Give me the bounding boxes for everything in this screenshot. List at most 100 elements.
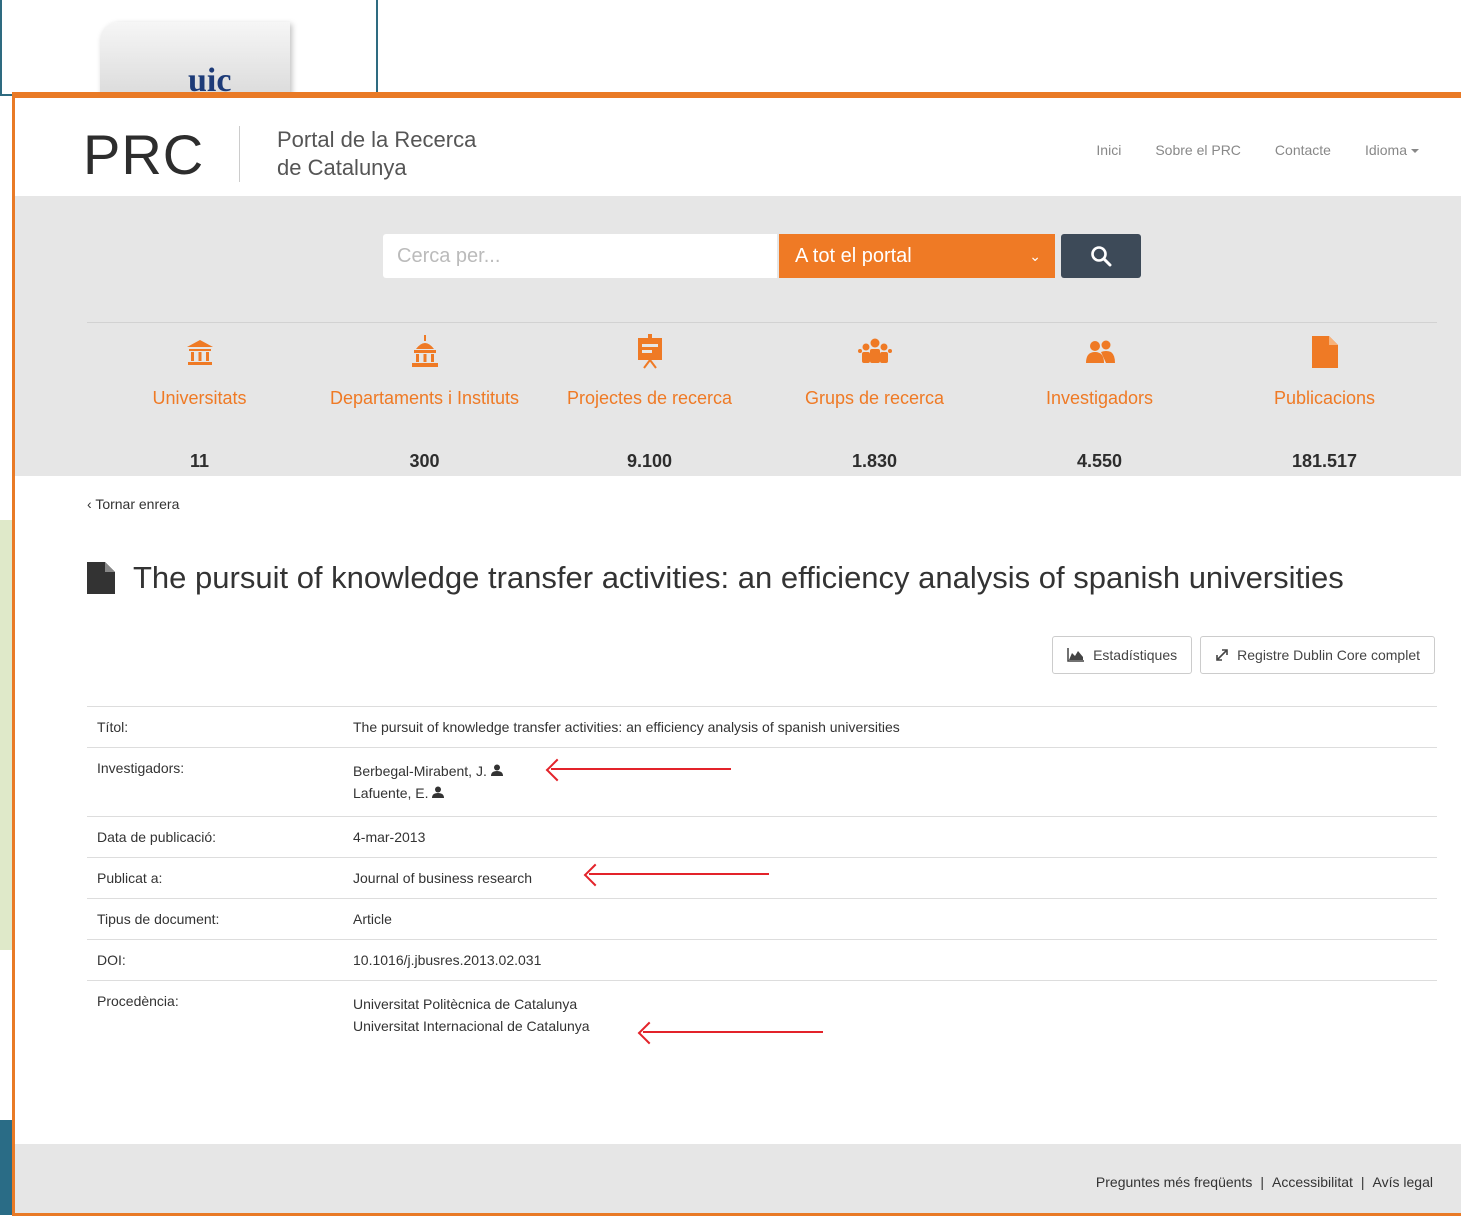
stat-value: 181.517 bbox=[1291, 451, 1358, 471]
annotation-arrow bbox=[643, 1031, 823, 1033]
university-icon bbox=[186, 340, 213, 365]
top-nav: Inici Sobre el PRC Contacte Idioma bbox=[1096, 142, 1419, 158]
back-link-label: Tornar enrera bbox=[95, 496, 180, 512]
logo-divider bbox=[239, 126, 240, 182]
nav-inici[interactable]: Inici bbox=[1096, 142, 1121, 158]
table-row: Data de publicació: 4-mar-2013 bbox=[87, 817, 1437, 858]
search-button[interactable] bbox=[1061, 234, 1141, 278]
table-row: DOI: 10.1016/j.jbusres.2013.02.031 bbox=[87, 940, 1437, 981]
field-label: Tipus de document: bbox=[97, 911, 220, 927]
back-link[interactable]: ‹ Tornar enrera bbox=[87, 496, 179, 512]
field-value: 4-mar-2013 bbox=[353, 829, 426, 845]
stat-investigadors[interactable]: Investigadors 4.550 bbox=[987, 328, 1212, 472]
page-title-row: The pursuit of knowledge transfer activi… bbox=[87, 560, 1344, 596]
field-label: Títol: bbox=[97, 719, 129, 735]
stat-value: 4.550 bbox=[1076, 451, 1123, 471]
researcher-name: Berbegal-Mirabent, J. bbox=[353, 763, 487, 779]
field-label: Publicat a: bbox=[97, 870, 163, 886]
caret-down-icon bbox=[1411, 149, 1419, 154]
background-document: uic bbox=[100, 22, 290, 102]
stat-label: Projectes de recerca bbox=[566, 388, 733, 408]
stat-departaments[interactable]: Departaments i Instituts 300 bbox=[312, 328, 537, 472]
stat-label: Universitats bbox=[152, 388, 247, 408]
stat-value: 11 bbox=[189, 451, 210, 471]
field-value: Berbegal-Mirabent, J. Lafuente, E. bbox=[353, 748, 1437, 816]
nav-idioma-label: Idioma bbox=[1364, 142, 1407, 158]
subtitle-line2: de Catalunya bbox=[277, 155, 407, 180]
field-value: 10.1016/j.jbusres.2013.02.031 bbox=[353, 952, 542, 968]
institute-icon bbox=[411, 335, 438, 367]
chevron-down-icon: ⌄ bbox=[1029, 248, 1041, 264]
field-value: Journal of business research bbox=[353, 870, 532, 886]
user-icon bbox=[490, 764, 503, 776]
stat-label: Investigadors bbox=[1045, 388, 1154, 408]
researcher-link[interactable]: Berbegal-Mirabent, J. bbox=[353, 760, 1437, 782]
institution-link[interactable]: Universitat Internacional de Catalunya bbox=[353, 1015, 1437, 1037]
prc-logo[interactable]: PRC bbox=[83, 122, 204, 187]
table-row: Publicat a: Journal of business research bbox=[87, 858, 1437, 899]
annotation-arrow bbox=[551, 768, 731, 770]
nav-idioma[interactable]: Idioma bbox=[1365, 142, 1419, 158]
table-row: Títol: The pursuit of knowledge transfer… bbox=[87, 707, 1437, 748]
stat-universitats[interactable]: Universitats 11 bbox=[87, 328, 312, 472]
site-subtitle: Portal de la Recerca de Catalunya bbox=[277, 126, 537, 182]
field-label: DOI: bbox=[97, 952, 126, 968]
footer-link-legal[interactable]: Avís legal bbox=[1373, 1174, 1433, 1190]
stat-label: Grups de recerca bbox=[804, 388, 945, 408]
dublin-core-button-label: Registre Dublin Core complet bbox=[1237, 647, 1420, 663]
search-icon bbox=[1091, 246, 1112, 267]
document-icon bbox=[1311, 336, 1338, 368]
search-input[interactable] bbox=[383, 234, 777, 278]
page-title: The pursuit of knowledge transfer activi… bbox=[133, 560, 1344, 595]
annotation-arrow bbox=[589, 873, 769, 875]
footer-link-faq[interactable]: Preguntes més freqüents bbox=[1096, 1174, 1252, 1190]
table-row: Investigadors: Berbegal-Mirabent, J. Laf… bbox=[87, 748, 1437, 817]
stat-projectes[interactable]: Projectes de recerca 9.100 bbox=[537, 328, 762, 472]
document-icon bbox=[87, 562, 115, 594]
field-label: Data de publicació: bbox=[97, 829, 217, 845]
statistics-button[interactable]: Estadístiques bbox=[1052, 636, 1193, 674]
field-value: Universitat Politècnica de Catalunya Uni… bbox=[353, 981, 1437, 1049]
footer-separator: | bbox=[1260, 1174, 1264, 1190]
field-label: Investigadors: bbox=[97, 760, 185, 776]
area-chart-icon bbox=[1067, 648, 1085, 662]
scope-select-value: A tot el portal bbox=[795, 245, 912, 267]
presentation-icon bbox=[637, 334, 662, 369]
user-icon bbox=[432, 786, 445, 798]
table-row: Tipus de document: Article bbox=[87, 899, 1437, 940]
search-band: A tot el portal ⌄ Universitats 11 Depart… bbox=[15, 196, 1461, 476]
researcher-link[interactable]: Lafuente, E. bbox=[353, 782, 1437, 804]
scope-select[interactable]: A tot el portal ⌄ bbox=[779, 234, 1055, 278]
stats-row: Universitats 11 Departaments i Instituts… bbox=[87, 328, 1437, 472]
footer-link-accessibility[interactable]: Accessibilitat bbox=[1272, 1174, 1353, 1190]
field-value: The pursuit of knowledge transfer activi… bbox=[353, 719, 900, 735]
institution-link[interactable]: Universitat Politècnica de Catalunya bbox=[353, 993, 1437, 1015]
browser-frame: PRC Portal de la Recerca de Catalunya In… bbox=[12, 92, 1461, 1216]
stat-label: Publicacions bbox=[1273, 388, 1376, 408]
background-strip-dark bbox=[0, 1120, 12, 1215]
stat-value: 9.100 bbox=[626, 451, 673, 471]
footer-links: Preguntes més freqüents | Accessibilitat… bbox=[1096, 1174, 1433, 1190]
nav-sobre[interactable]: Sobre el PRC bbox=[1155, 142, 1241, 158]
background-strip bbox=[0, 520, 12, 950]
users-icon bbox=[1085, 340, 1115, 363]
table-row: Procedència: Universitat Politècnica de … bbox=[87, 981, 1437, 1049]
action-buttons: Estadístiques Registre Dublin Core compl… bbox=[1052, 636, 1435, 674]
group-icon bbox=[857, 338, 892, 363]
stat-publicacions[interactable]: Publicacions 181.517 bbox=[1212, 328, 1437, 472]
stat-grups[interactable]: Grups de recerca 1.830 bbox=[762, 328, 987, 472]
subtitle-line1: Portal de la Recerca bbox=[277, 127, 477, 152]
stat-value: 300 bbox=[409, 451, 440, 471]
site-footer: Preguntes més freqüents | Accessibilitat… bbox=[15, 1144, 1461, 1213]
record-table: Títol: The pursuit of knowledge transfer… bbox=[87, 706, 1437, 1049]
stat-value: 1.830 bbox=[851, 451, 898, 471]
expand-icon bbox=[1216, 649, 1228, 661]
stat-label: Departaments i Instituts bbox=[329, 388, 520, 408]
footer-separator: | bbox=[1360, 1174, 1365, 1190]
field-label: Procedència: bbox=[97, 993, 179, 1009]
field-value: Article bbox=[353, 911, 392, 927]
dublin-core-button[interactable]: Registre Dublin Core complet bbox=[1200, 636, 1435, 674]
band-divider bbox=[87, 322, 1437, 323]
statistics-button-label: Estadístiques bbox=[1093, 647, 1178, 663]
nav-contacte[interactable]: Contacte bbox=[1275, 142, 1331, 158]
